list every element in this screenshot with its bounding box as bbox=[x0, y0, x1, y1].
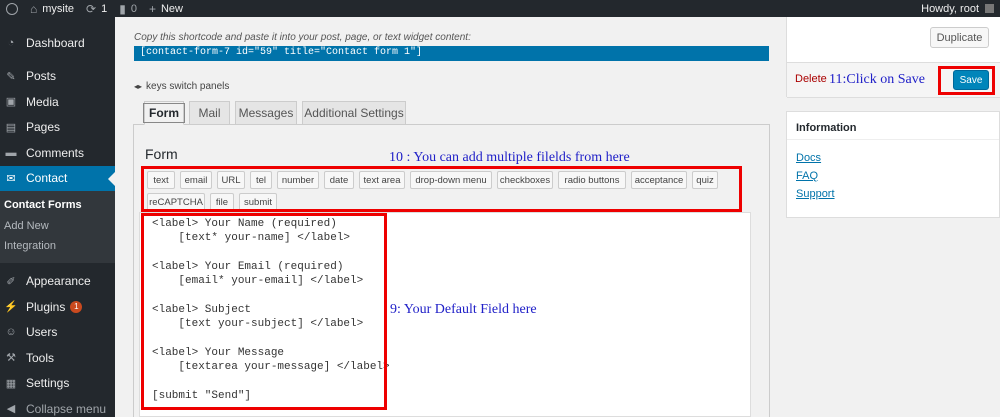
dashboard-icon: ◔ bbox=[7, 36, 15, 49]
sidebar-item-contact[interactable]: ✉ Contact bbox=[0, 165, 115, 191]
my-account-link[interactable]: Howdy, root bbox=[915, 0, 1000, 17]
annotation-box-fields bbox=[141, 166, 742, 212]
mail-icon: ✉ bbox=[6, 172, 16, 185]
site-name-link[interactable]: ⌂ mysite bbox=[24, 0, 80, 17]
sidebar-item-appearance[interactable]: ✐ Appearance bbox=[0, 269, 115, 295]
sidebar-item-settings[interactable]: ▦ Settings bbox=[0, 371, 115, 397]
annotation-save-text: 11:Click on Save bbox=[829, 72, 925, 87]
sidebar-item-users[interactable]: ☺ Users bbox=[0, 320, 115, 346]
panel-title: Form bbox=[145, 146, 178, 162]
sidebar-item-pages[interactable]: ▤ Pages bbox=[0, 115, 115, 141]
faq-link[interactable]: FAQ bbox=[796, 170, 818, 182]
sidebar-item-plugins[interactable]: ⚡ Plugins 1 bbox=[0, 294, 115, 320]
refresh-icon: ⟳ bbox=[86, 1, 97, 16]
sidebar-item-comments[interactable]: ▬ Comments bbox=[0, 140, 115, 166]
users-icon: ☺ bbox=[5, 326, 17, 339]
comments-link[interactable]: ▮ 0 bbox=[113, 0, 143, 17]
plugins-update-badge: 1 bbox=[70, 300, 83, 313]
annotation-fields-text: 10 : You can add multiple filelds from h… bbox=[389, 150, 630, 165]
wrench-icon: ⚒ bbox=[6, 352, 16, 365]
admin-sidebar: ◔ Dashboard ✎ Posts ▣ Media ▤ Pages ▬ Comment… bbox=[0, 17, 115, 417]
admin-bar: ⌂ mysite ⟳ 1 ▮ 0 + New Howdy, root bbox=[0, 0, 1000, 17]
media-icon: ▣ bbox=[5, 96, 17, 109]
tab-messages[interactable]: Messages bbox=[235, 101, 297, 125]
divider bbox=[787, 139, 999, 140]
duplicate-button[interactable]: Duplicate bbox=[930, 27, 989, 48]
shortcode-field[interactable]: [contact-form-7 id="59" title="Contact f… bbox=[134, 46, 769, 61]
submenu-contact-forms[interactable]: Contact Forms bbox=[0, 195, 115, 216]
collapse-icon: ◀ bbox=[6, 403, 16, 416]
sidebar-item-posts[interactable]: ✎ Posts bbox=[0, 64, 115, 90]
wp-logo-icon[interactable] bbox=[0, 0, 24, 17]
settings-icon: ▦ bbox=[5, 377, 17, 390]
tab-form[interactable]: Form bbox=[143, 101, 185, 125]
annotation-default-text: 9: Your Default Field here bbox=[390, 302, 537, 317]
delete-link[interactable]: Delete bbox=[795, 73, 827, 85]
updates-link[interactable]: ⟳ 1 bbox=[80, 0, 113, 17]
tab-mail[interactable]: Mail bbox=[189, 101, 230, 125]
annotation-box-default-fields bbox=[141, 213, 387, 410]
information-title: Information bbox=[796, 122, 857, 134]
support-link[interactable]: Support bbox=[796, 188, 835, 200]
brush-icon: ✐ bbox=[6, 275, 16, 288]
arrows-icon: ◂▸ bbox=[134, 82, 143, 91]
keys-switch-panels[interactable]: ◂▸ keys switch panels bbox=[134, 81, 229, 92]
new-content-link[interactable]: + New bbox=[143, 0, 189, 17]
comments-icon: ▬ bbox=[5, 146, 17, 159]
collapse-menu-button[interactable]: ◀ Collapse menu bbox=[0, 396, 115, 417]
annotation-box-save bbox=[938, 66, 995, 95]
sidebar-item-dashboard[interactable]: ◔ Dashboard bbox=[0, 30, 115, 56]
plugin-icon: ⚡ bbox=[4, 301, 18, 314]
plus-icon: + bbox=[148, 1, 156, 16]
pages-icon: ▤ bbox=[5, 121, 17, 134]
sidebar-item-media[interactable]: ▣ Media bbox=[0, 89, 115, 115]
submenu-integration[interactable]: Integration bbox=[0, 236, 115, 257]
docs-link[interactable]: Docs bbox=[796, 152, 821, 164]
sidebar-item-tools[interactable]: ⚒ Tools bbox=[0, 345, 115, 371]
contact-submenu: Contact Forms Add New Integration bbox=[0, 191, 115, 263]
submenu-add-new[interactable]: Add New bbox=[0, 216, 115, 237]
comment-icon: ▮ bbox=[119, 1, 126, 16]
home-icon: ⌂ bbox=[30, 1, 38, 16]
avatar bbox=[985, 4, 994, 13]
shortcode-hint: Copy this shortcode and paste it into yo… bbox=[134, 32, 471, 43]
pin-icon: ✎ bbox=[6, 70, 16, 83]
tab-additional-settings[interactable]: Additional Settings bbox=[302, 101, 406, 125]
